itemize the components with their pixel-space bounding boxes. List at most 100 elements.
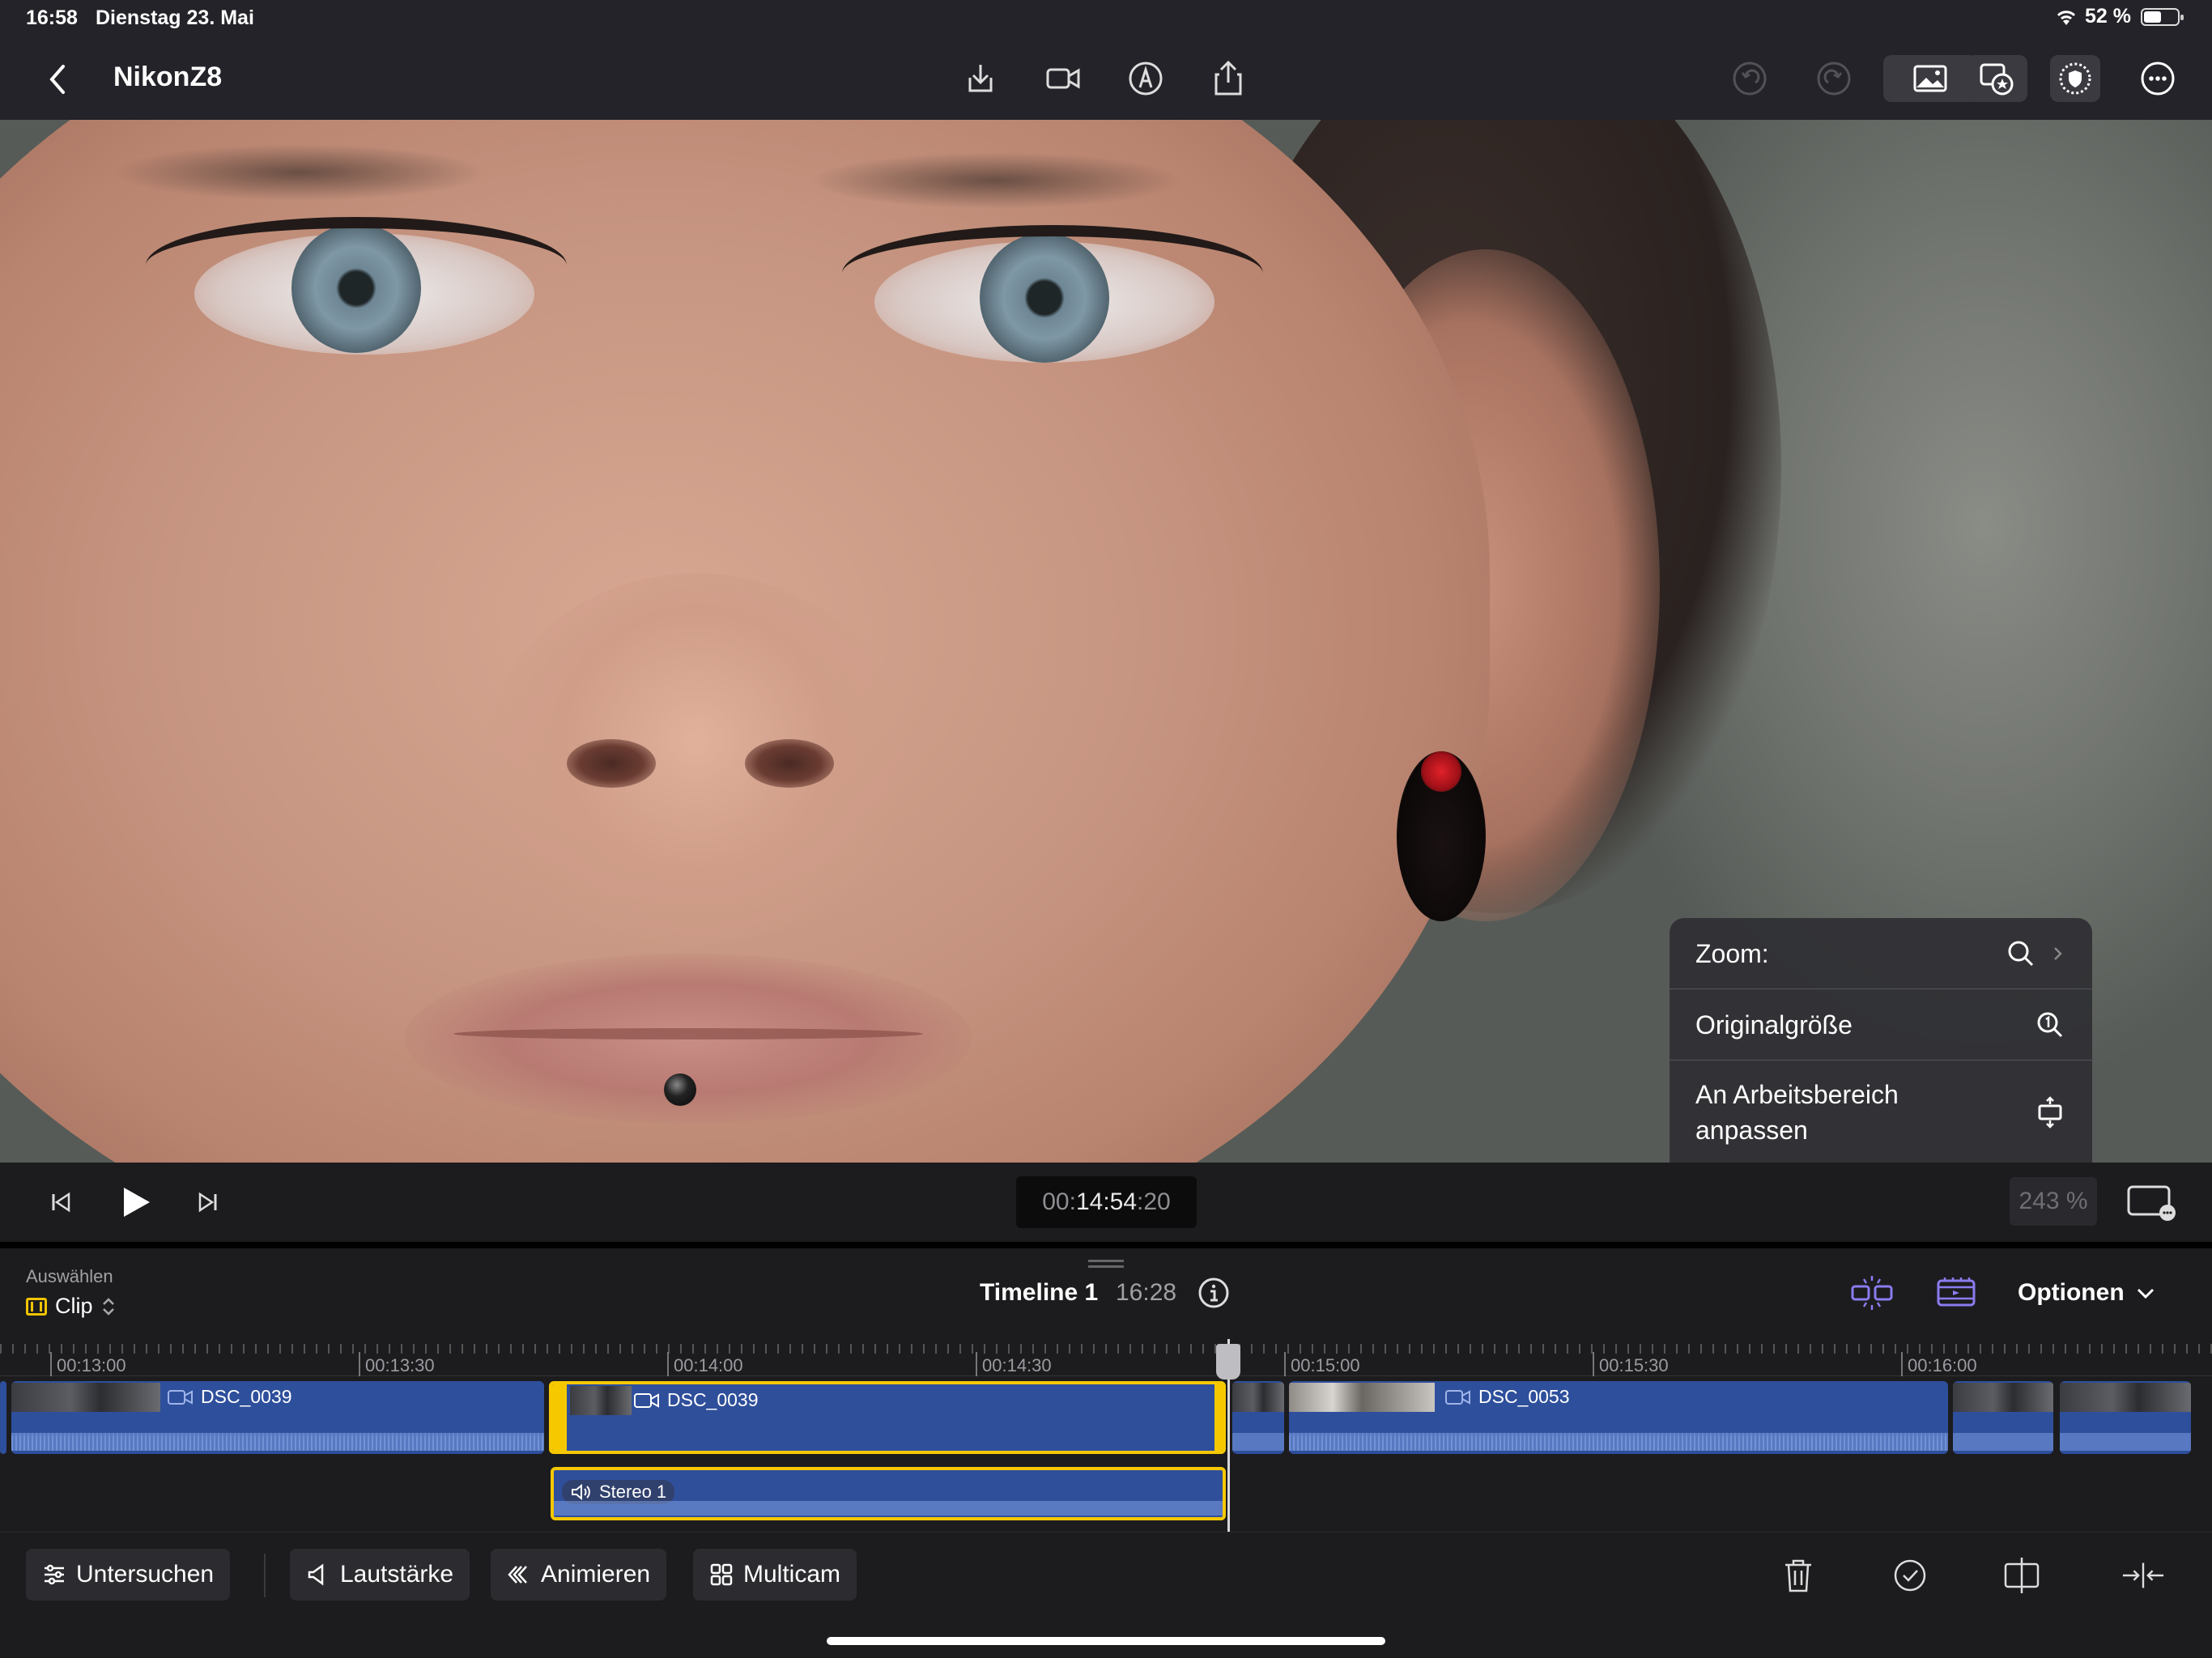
select-mode-label: Auswählen — [26, 1266, 113, 1286]
zoom-submenu-item[interactable]: Zoom: — [1670, 918, 2092, 989]
inspect-label: Untersuchen — [76, 1561, 215, 1588]
clip-short[interactable] — [2060, 1381, 2191, 1454]
trim-handle-right[interactable] — [1214, 1384, 1223, 1451]
left-lid — [146, 217, 567, 314]
clip-dsc-0039-a[interactable]: DSC_0039 — [11, 1381, 544, 1454]
clip-short[interactable] — [1232, 1381, 1284, 1454]
original-size-label: Originalgröße — [1695, 1010, 1853, 1039]
app: { "status": {"time": "16:58", "date": "D… — [0, 0, 2212, 1658]
speaker-icon — [572, 1483, 590, 1501]
import-button[interactable] — [955, 55, 1006, 102]
clip-name: DSC_0039 — [201, 1386, 292, 1407]
clip-title: DSC_0053 — [1444, 1386, 1570, 1408]
earring-gem — [1421, 751, 1461, 792]
undo-button[interactable] — [1725, 55, 1775, 102]
back-button[interactable] — [45, 60, 78, 99]
audio-clip-name: Stereo 1 — [599, 1482, 667, 1502]
clip-thumbnail — [2060, 1383, 2191, 1412]
video-clip-icon — [1445, 1389, 1470, 1405]
inspector-toggle-button[interactable] — [2050, 55, 2100, 102]
playhead-handle[interactable] — [1216, 1344, 1240, 1380]
shield-circle-icon — [2059, 62, 2091, 95]
options-label: Optionen — [2018, 1279, 2125, 1306]
clip-thumbnail — [1232, 1383, 1284, 1412]
ruler-mark: 00:14:30 — [976, 1352, 1052, 1376]
chevron-updown-icon — [102, 1297, 114, 1316]
timecode-frames: :20 — [1137, 1188, 1171, 1215]
clip-thumbnail — [11, 1383, 160, 1412]
ruler-mark: 00:13:00 — [50, 1352, 126, 1376]
split-button[interactable] — [2000, 1554, 2044, 1597]
voiceover-button[interactable] — [1121, 55, 1171, 102]
waveform-base — [554, 1501, 1223, 1516]
timeline-duration: 16:28 — [1116, 1279, 1177, 1306]
play-icon — [124, 1188, 150, 1217]
play-button[interactable] — [115, 1182, 155, 1222]
clip-dsc-0053[interactable]: DSC_0053 — [1289, 1381, 1948, 1454]
skimming-button[interactable] — [1933, 1273, 1979, 1313]
timecode-prefix: 00: — [1042, 1188, 1076, 1215]
viewer-options-button[interactable] — [2125, 1182, 2179, 1222]
trim-handle-left[interactable] — [552, 1384, 567, 1451]
clip-dsc-0039-selected[interactable]: DSC_0039 — [549, 1381, 1226, 1454]
home-indicator[interactable] — [827, 1637, 1385, 1645]
waveform-base — [1953, 1433, 2053, 1451]
join-arrows-icon — [2122, 1562, 2164, 1588]
volume-button[interactable]: Lautstärke — [290, 1549, 470, 1601]
more-button[interactable] — [2133, 55, 2183, 102]
camera-button[interactable] — [1038, 55, 1088, 102]
ruler-mark: 00:15:30 — [1593, 1352, 1669, 1376]
share-icon — [1214, 60, 1242, 96]
info-icon — [1198, 1278, 1229, 1308]
clip-short[interactable] — [1953, 1381, 2053, 1454]
zoom-menu: Zoom: Originalgröße An Arbeitsbereich an… — [1670, 918, 2092, 1164]
join-button[interactable] — [2121, 1554, 2165, 1597]
browser-toggle-button[interactable] — [1966, 55, 2027, 102]
confirm-button[interactable] — [1888, 1554, 1932, 1597]
skip-forward-button[interactable] — [188, 1182, 228, 1222]
grid-icon — [710, 1563, 733, 1586]
fit-to-workspace-item[interactable]: An Arbeitsbereich anpassen — [1670, 1061, 2092, 1164]
waveform-base — [2060, 1433, 2191, 1451]
nose — [486, 573, 907, 946]
options-menu-button[interactable]: Optionen — [2018, 1279, 2155, 1307]
delete-button[interactable] — [1776, 1554, 1820, 1597]
share-button[interactable] — [1203, 55, 1253, 102]
clip-partial-left[interactable] — [0, 1381, 6, 1454]
timeline-title: Timeline 1 — [980, 1279, 1099, 1306]
fit-frame-icon — [2038, 1096, 2062, 1129]
photo-icon — [1913, 65, 1947, 92]
import-icon — [968, 65, 993, 92]
skip-forward-icon — [198, 1192, 217, 1213]
info-button[interactable] — [1197, 1276, 1231, 1310]
media-star-icon — [1980, 63, 2014, 96]
status-bar: 16:58 Dienstag 23. Mai 52 % — [0, 0, 2212, 37]
resize-grabber[interactable] — [1088, 1260, 1124, 1268]
top-toolbar: NikonZ8 — [0, 37, 2212, 120]
clip-name: DSC_0039 — [667, 1389, 759, 1410]
video-clip-icon — [634, 1392, 659, 1408]
select-mode-picker[interactable]: Clip — [26, 1294, 116, 1319]
viewer-toggle-button[interactable] — [1883, 55, 1977, 102]
battery-icon — [2141, 7, 2184, 26]
audio-clip-stereo[interactable]: Stereo 1 — [551, 1467, 1226, 1520]
timecode-display[interactable]: 00: 14:54:20 — [1016, 1176, 1197, 1228]
snapping-button[interactable] — [1849, 1273, 1895, 1313]
lip-piercing — [664, 1073, 696, 1106]
status-time: 16:58 — [26, 6, 78, 29]
skip-back-button[interactable] — [40, 1182, 81, 1222]
time-ruler[interactable]: 00:13:00 00:13:30 00:14:00 00:14:30 00:1… — [0, 1339, 2212, 1376]
multicam-label: Multicam — [743, 1561, 841, 1588]
speaker-icon — [308, 1563, 324, 1586]
zoom-percent-button[interactable]: 243 % — [2010, 1177, 2097, 1226]
redo-button[interactable] — [1809, 55, 1859, 102]
keyframes-icon — [508, 1566, 527, 1584]
animate-button[interactable]: Animieren — [491, 1549, 667, 1601]
ruler-mark: 00:14:00 — [667, 1352, 743, 1376]
magnifier-one-icon — [2037, 1012, 2063, 1037]
skip-back-icon — [52, 1192, 70, 1213]
inspect-button[interactable]: Untersuchen — [26, 1549, 231, 1601]
animate-label: Animieren — [541, 1561, 651, 1588]
multicam-button[interactable]: Multicam — [693, 1549, 857, 1601]
original-size-item[interactable]: Originalgröße — [1670, 989, 2092, 1061]
